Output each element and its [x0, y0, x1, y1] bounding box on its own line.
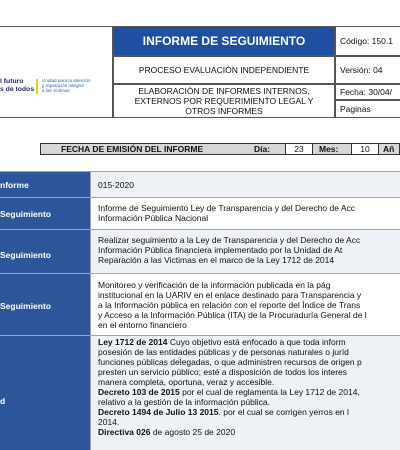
- row-seguimiento-3: Seguimiento Monitoreo y verificación de …: [0, 273, 400, 335]
- paginas-cell: Paginas: [335, 100, 400, 118]
- fecha-emision-bar: FECHA DE EMISIÓN DEL INFORME Día: 23 Mes…: [40, 143, 400, 155]
- text-line: de agosto 25 de 2020: [150, 427, 236, 437]
- row-seguimiento-2: Seguimiento Realizar seguimiento a la Le…: [0, 229, 400, 273]
- text-line: Cuyo objetivo está enfocado a que toda i…: [167, 337, 346, 347]
- elaboracion-cell: ELABORACIÓN DE INFORMES INTERNOS, EXTERN…: [113, 84, 335, 118]
- row-label: Seguimiento: [0, 250, 52, 260]
- anio-label: Añ: [383, 144, 395, 154]
- elaboracion-line: OTROS INFORMES: [185, 106, 263, 116]
- row-value: Ley 1712 de 2014 Cuyo objetivo está enfo…: [90, 336, 400, 450]
- decreto-103-title: Decreto 103 de 2015: [98, 387, 180, 397]
- text-line: Informe de Seguimiento Ley de Transparen…: [98, 203, 356, 213]
- logo-text-line: l futuro: [0, 78, 24, 85]
- header-logo-cell: [0, 26, 113, 118]
- proceso-cell: PROCESO EVALUACIÒN INDEPENDIENTE: [113, 56, 335, 84]
- text-line: a la Información pública en relación con…: [98, 300, 361, 310]
- text-line: Información Pública Nacional: [98, 213, 209, 223]
- mes-label: Mes:: [319, 144, 339, 154]
- dia-label: Día:: [254, 144, 271, 154]
- logo-text-line: s de todos: [0, 86, 34, 93]
- mes-value: 10: [351, 144, 379, 154]
- text-line: 2014.: [98, 417, 120, 427]
- elaboracion-line: ELABORACIÓN DE INFORMES INTERNOS,: [138, 86, 310, 96]
- row-label: nforme: [0, 180, 29, 190]
- row-value: Informe de Seguimiento Ley de Transparen…: [90, 198, 400, 229]
- dia-value: 23: [285, 144, 313, 154]
- fecha-cell: Fecha: 30/04/: [335, 84, 400, 100]
- elaboracion-line: EXTERNOS POR REQUERIMIENTO LEGAL Y: [134, 96, 314, 106]
- ley-title: Ley 1712 de 2014: [98, 337, 168, 347]
- fecha-emision-label: FECHA DE EMISIÓN DEL INFORME: [61, 144, 204, 154]
- row-seguimiento-1: Seguimiento Informe de Seguimiento Ley d…: [0, 197, 400, 229]
- text-line: en el entorno financiero: [98, 320, 187, 330]
- codigo-cell: Código: 150.1: [335, 26, 400, 56]
- text-line: por el cual de reglamenta la Ley 1712 de…: [179, 387, 360, 397]
- version-cell: Versión: 04: [335, 56, 400, 84]
- row-marco-legal: d Ley 1712 de 2014 Cuyo objetivo está en…: [0, 335, 400, 450]
- row-value: Monitoreo y verificación de la informaci…: [90, 274, 400, 335]
- row-value: 015-2020: [90, 172, 400, 197]
- logo-divider: [36, 79, 38, 94]
- informe-number: 015-2020: [98, 180, 134, 190]
- decreto-1494-title: Decreto 1494 de Julio 13 2015: [98, 407, 219, 417]
- text-line: Reparación a las Victimas en el marco de…: [98, 255, 335, 265]
- text-line: Realizar seguimiento a la Ley de Transpa…: [98, 235, 361, 245]
- row-label: d: [0, 396, 6, 406]
- text-line: Monitoreo y verificación de la informaci…: [98, 280, 331, 290]
- text-line: presten un servicio público; esté a disp…: [98, 367, 348, 377]
- document-title: INFORME DE SEGUIMIENTO: [113, 26, 335, 56]
- text-line: relativo a la gestión de la información …: [98, 397, 270, 407]
- directiva-title: Directiva 026: [98, 427, 151, 437]
- text-line: . por el cual se corrigen yerros en l: [218, 407, 349, 417]
- row-value: Realizar seguimiento a la Ley de Transpa…: [90, 230, 400, 273]
- text-line: manera completa, oportuna, veraz y acces…: [98, 377, 275, 387]
- text-line: funciones públicas delegadas, o que admi…: [98, 357, 362, 367]
- text-line: Información Pública financiera implement…: [98, 245, 343, 255]
- text-line: institucional en la UARIV en el enlace d…: [98, 290, 362, 300]
- text-line: posesión de las entidades públicas y de …: [98, 347, 349, 357]
- logo-text-line: a las víctimas: [42, 88, 70, 94]
- row-label: Seguimiento: [0, 209, 52, 219]
- unidad-victimas-logo: l futuro s de todos Unidad para la atenc…: [0, 78, 110, 96]
- row-label: Seguimiento: [0, 301, 52, 311]
- text-line: y Acceso a la Información Pública (ITA) …: [98, 310, 367, 320]
- row-informe: nforme 015-2020: [0, 171, 400, 197]
